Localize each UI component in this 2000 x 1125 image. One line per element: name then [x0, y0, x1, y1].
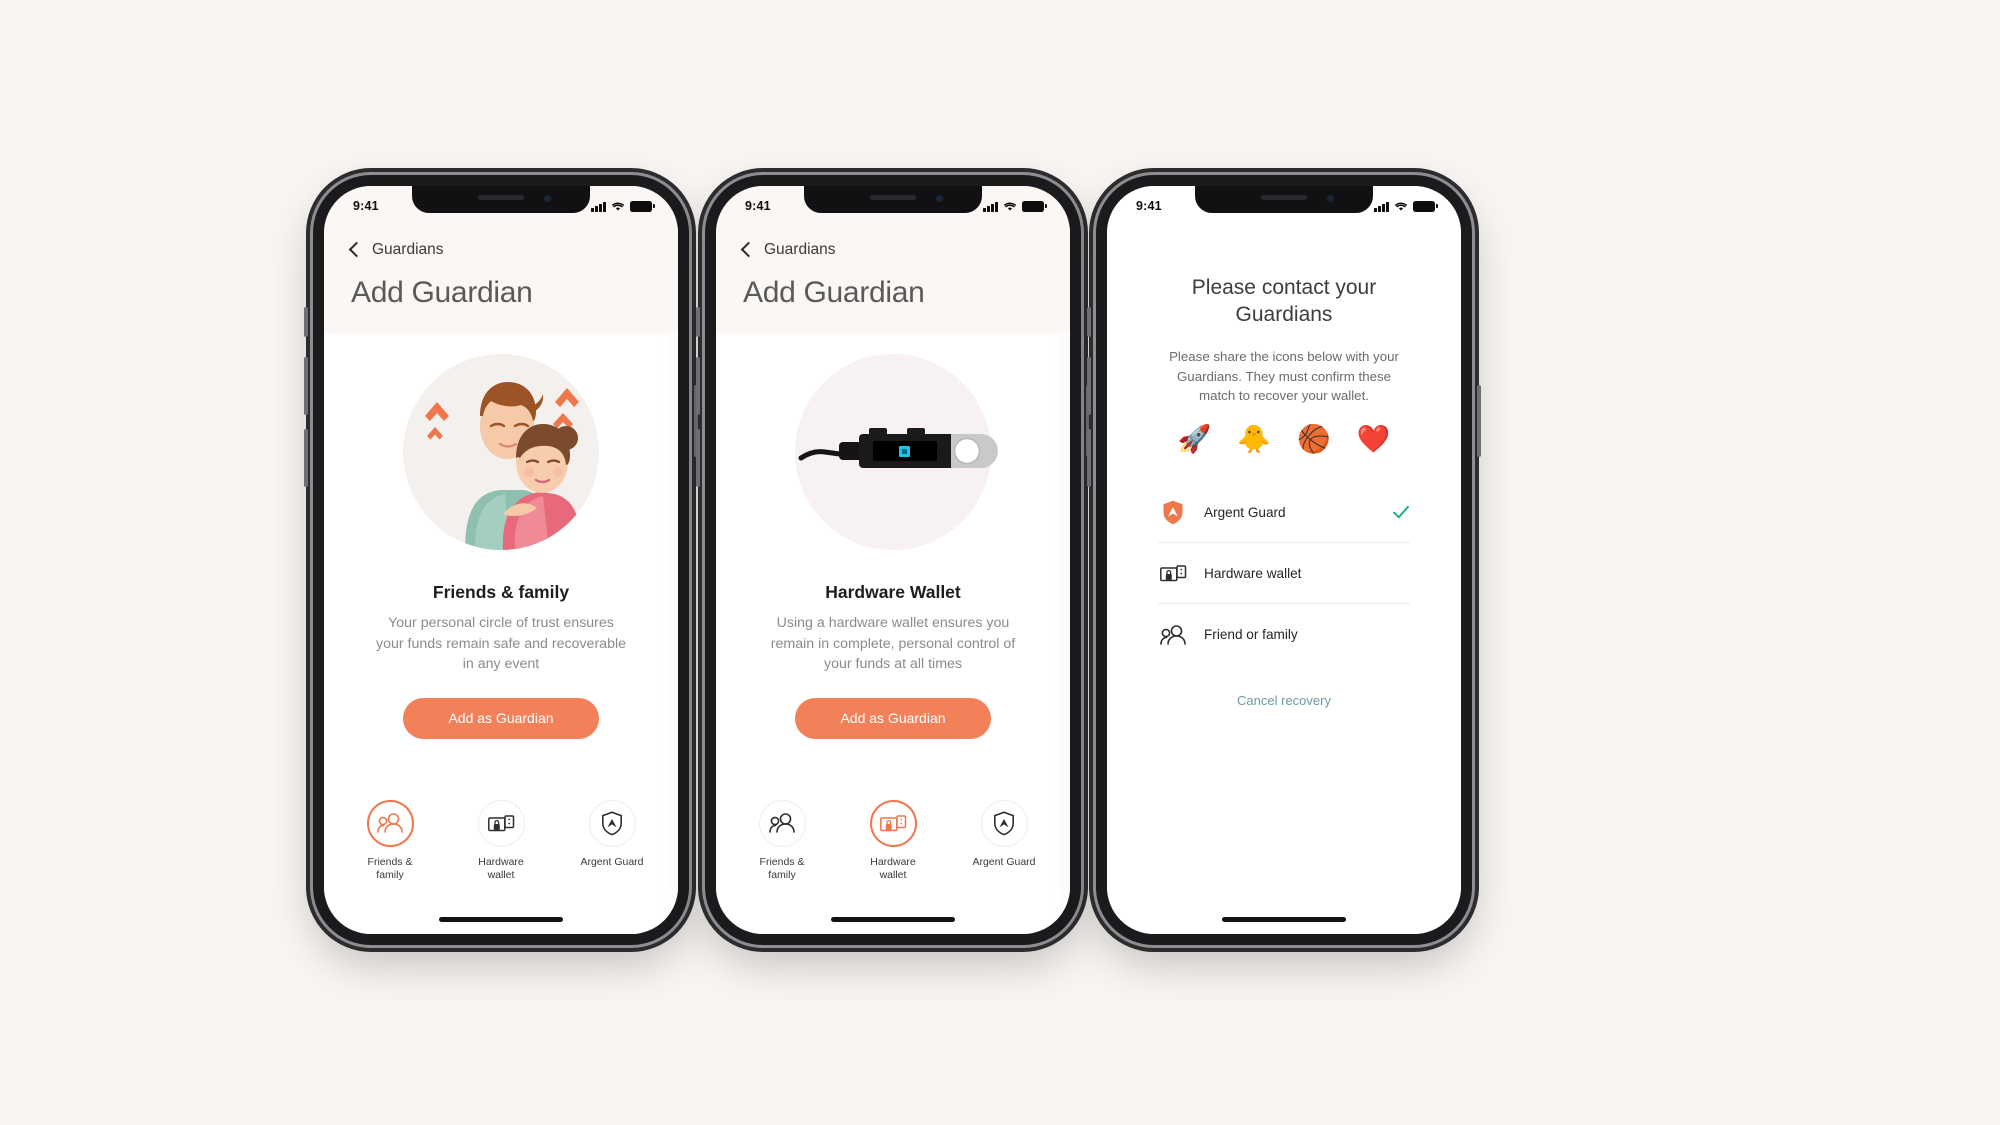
card-description: Your personal circle of trust ensures yo…	[376, 615, 626, 673]
guardian-type-tabs: Friends & family Hardware wallet Argent …	[324, 799, 678, 882]
back-button[interactable]: Guardians	[716, 238, 1070, 262]
people-icon	[377, 813, 403, 834]
list-item[interactable]: Argent Guard	[1158, 482, 1410, 544]
list-item[interactable]: Friend or family	[1158, 604, 1410, 665]
page-title: Add Guardian	[743, 276, 925, 309]
rocket-emoji: 🚀	[1177, 424, 1212, 455]
tab-hardware-wallet[interactable]: Hardware wallet	[857, 799, 929, 882]
argent-shield-icon	[1158, 500, 1188, 525]
tab-label: Friends & family	[759, 855, 805, 881]
screenshot-canvas: 9:41 Guardians Add Guardian Friends & fa…	[0, 0, 2000, 1125]
ledger-device-illustration	[795, 354, 998, 550]
card-title: Hardware Wallet	[825, 582, 961, 602]
wifi-icon	[1394, 202, 1408, 211]
battery-icon	[1413, 201, 1438, 212]
tab-circle	[477, 799, 525, 847]
guardian-type-tabs: Friends & family Hardware wallet Argent …	[716, 799, 1070, 882]
cancel-recovery-link[interactable]: Cancel recovery	[1237, 693, 1331, 708]
phone-contact-guardians: 9:41 Please contact your Guardians Pleas…	[1087, 175, 1481, 945]
status-time: 9:41	[353, 199, 379, 213]
list-item[interactable]: Hardware wallet	[1158, 543, 1410, 605]
wifi-icon	[611, 202, 625, 211]
phone-friends-family: 9:41 Guardians Add Guardian Friends & fa…	[304, 175, 698, 945]
tab-circle	[980, 799, 1028, 847]
screen-hardware-wallet: 9:41 Guardians Add Guardian Hardware Wal…	[716, 186, 1070, 934]
tab-label: Argent Guard	[972, 855, 1036, 868]
battery-icon	[630, 201, 655, 212]
back-button[interactable]: Guardians	[324, 238, 678, 262]
power-button[interactable]	[1477, 385, 1481, 457]
add-as-guardian-button[interactable]: Add as Guardian	[403, 697, 599, 739]
status-indicators	[591, 201, 655, 212]
tab-label: Argent Guard	[580, 855, 644, 868]
people-icon	[1158, 625, 1188, 645]
add-as-guardian-button[interactable]: Add as Guardian	[795, 697, 991, 739]
status-bar: 9:41	[324, 186, 678, 220]
home-indicator[interactable]	[1222, 917, 1346, 922]
wifi-icon	[1003, 202, 1017, 211]
recovery-emoji-row: 🚀 🐥 🏀 ❤️	[1178, 426, 1391, 453]
tab-circle	[758, 799, 806, 847]
tab-friends-family[interactable]: Friends & family	[354, 799, 426, 882]
tab-label: Friends & family	[367, 855, 413, 881]
content-hardware-wallet: Hardware Wallet Using a hardware wallet …	[716, 333, 1070, 934]
tab-hardware-wallet[interactable]: Hardware wallet	[465, 799, 537, 882]
tab-circle	[366, 799, 414, 847]
status-time: 9:41	[745, 199, 771, 213]
chevron-left-icon	[348, 241, 365, 258]
screen-contact-guardians: 9:41 Please contact your Guardians Pleas…	[1107, 186, 1461, 934]
list-item-label: Argent Guard	[1204, 504, 1286, 520]
shield-icon	[994, 811, 1014, 836]
hardware-wallet-icon	[879, 815, 906, 831]
tab-circle	[588, 799, 636, 847]
list-item-label: Hardware wallet	[1204, 565, 1302, 581]
tab-argent-guard[interactable]: Argent Guard	[576, 799, 648, 882]
check-icon	[1393, 506, 1409, 519]
status-indicators	[983, 201, 1047, 212]
card-title: Friends & family	[432, 582, 570, 602]
tab-circle	[869, 799, 917, 847]
tab-argent-guard[interactable]: Argent Guard	[968, 799, 1040, 882]
status-indicators	[1374, 201, 1438, 212]
status-time: 9:41	[1136, 199, 1162, 213]
basketball-emoji: 🏀	[1297, 424, 1331, 455]
chevron-left-icon	[740, 241, 757, 258]
home-indicator[interactable]	[831, 917, 955, 922]
content-contact-guardians: Please contact your Guardians Please sha…	[1107, 186, 1461, 934]
back-label: Guardians	[372, 241, 444, 258]
cellular-bars-icon	[591, 201, 606, 212]
status-bar: 9:41	[716, 186, 1070, 220]
hardware-wallet-icon	[1158, 564, 1188, 583]
page-title: Add Guardian	[351, 276, 533, 309]
people-icon	[769, 813, 795, 834]
battery-icon	[1022, 201, 1047, 212]
status-bar: 9:41	[1107, 186, 1461, 220]
back-label: Guardians	[764, 241, 836, 258]
tab-label: Hardware wallet	[870, 855, 916, 881]
tab-label: Hardware wallet	[478, 855, 524, 881]
red-heart-emoji: ❤️	[1356, 424, 1391, 455]
baby-chick-emoji: 🐥	[1237, 424, 1271, 455]
recovery-title: Please contact your Guardians	[1191, 276, 1377, 327]
cellular-bars-icon	[983, 201, 998, 212]
list-item-label: Friend or family	[1204, 627, 1298, 643]
cellular-bars-icon	[1374, 201, 1389, 212]
hardware-wallet-icon	[487, 815, 514, 831]
content-friends-family: Friends & family Your personal circle of…	[324, 333, 678, 934]
shield-icon	[602, 811, 622, 836]
friends-family-illustration	[403, 354, 599, 550]
guardian-list: Argent Guard Hardware wallet Friend or f…	[1158, 482, 1410, 665]
tab-friends-family[interactable]: Friends & family	[746, 799, 818, 882]
screen-friends-family: 9:41 Guardians Add Guardian Friends & fa…	[324, 186, 678, 934]
phone-hardware-wallet: 9:41 Guardians Add Guardian Hardware Wal…	[696, 175, 1090, 945]
recovery-description: Please share the icons below with your G…	[1169, 348, 1399, 404]
card-description: Using a hardware wallet ensures you rema…	[770, 615, 1016, 673]
home-indicator[interactable]	[439, 917, 563, 922]
